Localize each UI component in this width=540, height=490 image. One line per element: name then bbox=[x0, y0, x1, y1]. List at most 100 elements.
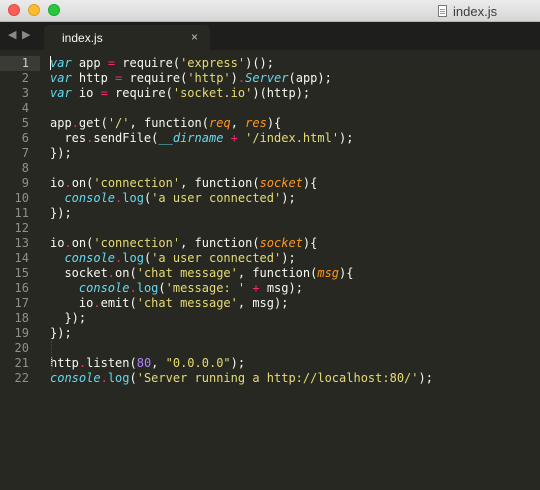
code-line[interactable]: res.sendFile(__dirname + '/index.html'); bbox=[50, 131, 353, 146]
tab-label: index.js bbox=[62, 31, 103, 45]
code-line[interactable]: http.listen(80, "0.0.0.0"); bbox=[50, 356, 245, 371]
tab-index-js[interactable]: index.js × bbox=[44, 25, 210, 50]
code-token-operator: + bbox=[252, 281, 260, 295]
line-number-row[interactable]: 6 bbox=[0, 131, 40, 146]
code-line[interactable]: var io = require('socket.io')(http); bbox=[50, 86, 310, 101]
code-editor[interactable]: 1 2 3 4 5 6 7 8 9 10 11 12 13 14 15 16 17 18 19 20 21 22 var … bbox=[0, 50, 540, 490]
line-number-row[interactable]: 4 bbox=[0, 101, 40, 116]
code-token-parameter: socket bbox=[259, 236, 303, 250]
tab-close-icon[interactable]: × bbox=[191, 30, 198, 44]
code-token-string-literal: "0.0.0.0" bbox=[165, 356, 231, 370]
line-number-row[interactable]: 21 bbox=[0, 356, 40, 371]
line-number: 9 bbox=[21, 176, 29, 190]
line-number-row[interactable]: 12 bbox=[0, 221, 40, 236]
code-token-code-text: ( bbox=[252, 236, 260, 250]
line-number-row[interactable]: 19 bbox=[0, 326, 40, 341]
line-number-row[interactable]: 14 bbox=[0, 251, 40, 266]
code-token-method-name: log bbox=[107, 371, 130, 385]
line-number-row[interactable]: 7 bbox=[0, 146, 40, 161]
code-line[interactable]: console.log('a user connected'); bbox=[50, 251, 296, 266]
line-number-row[interactable]: 1 bbox=[0, 56, 40, 71]
code-token-code-text: ( bbox=[252, 176, 260, 190]
code-token-member-accessor: . bbox=[93, 296, 101, 310]
line-number-row[interactable]: 17 bbox=[0, 296, 40, 311]
code-token-code-text: ); bbox=[418, 371, 433, 385]
title-bar: index.js bbox=[0, 0, 540, 22]
code-token-code-text: io bbox=[71, 86, 101, 100]
line-number-row[interactable]: 3 bbox=[0, 86, 40, 101]
close-window-button[interactable] bbox=[8, 4, 20, 16]
code-token-keyword: var bbox=[50, 56, 72, 70]
code-token-code-text: emit( bbox=[100, 296, 137, 310]
code-line[interactable]: }); bbox=[50, 326, 72, 341]
code-token-function-keyword: function bbox=[252, 266, 311, 280]
code-token-builtin: __dirname bbox=[158, 131, 224, 145]
code-token-code-text: , bbox=[151, 356, 166, 370]
line-number-row[interactable]: 5 bbox=[0, 116, 40, 131]
line-number-row[interactable]: 8 bbox=[0, 161, 40, 176]
code-token-code-text: ( bbox=[158, 281, 166, 295]
code-line[interactable]: }); bbox=[50, 206, 72, 221]
code-token-code-text: on( bbox=[115, 266, 137, 280]
line-number-row[interactable]: 15 bbox=[0, 266, 40, 281]
code-line[interactable]: }); bbox=[50, 146, 72, 161]
line-number-row[interactable]: 9 bbox=[0, 176, 40, 191]
code-token-string-literal: 'connection' bbox=[93, 176, 181, 190]
code-token-number-literal: 80 bbox=[136, 356, 152, 370]
tab-scroll-right-icon[interactable]: ▶ bbox=[22, 28, 30, 41]
code-token-member-accessor: . bbox=[129, 281, 137, 295]
code-line[interactable]: console.log('message: ' + msg); bbox=[50, 281, 303, 296]
code-token-string-literal: 'chat message' bbox=[136, 296, 238, 310]
line-number-row[interactable]: 20 bbox=[0, 341, 40, 356]
tab-bar: ◀ ▶ index.js × bbox=[0, 22, 540, 50]
code-line[interactable]: io.emit('chat message', msg); bbox=[50, 296, 289, 311]
line-number-row[interactable]: 11 bbox=[0, 206, 40, 221]
code-token-function-keyword: function bbox=[194, 176, 253, 190]
code-line[interactable]: io.on('connection', function(socket){ bbox=[50, 236, 317, 251]
line-number-row[interactable]: 13 bbox=[0, 236, 40, 251]
zoom-window-button[interactable] bbox=[48, 4, 60, 16]
code-token-code-text: , bbox=[129, 116, 144, 130]
line-number-row[interactable]: 2 bbox=[0, 71, 40, 86]
code-token-string-literal: '/' bbox=[107, 116, 130, 130]
code-token-code-text: ){ bbox=[339, 266, 354, 280]
code-token-builtin: Server bbox=[245, 71, 289, 85]
code-token-string-literal: 'socket.io' bbox=[172, 86, 253, 100]
code-token-operator: + bbox=[230, 131, 238, 145]
code-token-code-text: , bbox=[180, 176, 195, 190]
code-token-code-text: ); bbox=[281, 251, 296, 265]
code-token-parameter: res bbox=[245, 116, 267, 130]
code-token-builtin: console bbox=[64, 251, 116, 265]
line-number: 21 bbox=[14, 356, 29, 370]
code-line[interactable]: socket.on('chat message', function(msg){ bbox=[50, 266, 354, 281]
code-token-code-text: require( bbox=[115, 56, 181, 70]
line-number-row[interactable]: 18 bbox=[0, 311, 40, 326]
code-line[interactable]: var http = require('http').Server(app); bbox=[50, 71, 332, 86]
code-token-member-accessor: . bbox=[71, 116, 79, 130]
code-line[interactable]: }); bbox=[50, 311, 86, 326]
code-line[interactable]: console.log('Server running a http://loc… bbox=[50, 371, 433, 386]
code-token-code-text: }); bbox=[50, 326, 72, 340]
line-number: 3 bbox=[21, 86, 29, 100]
line-number: 4 bbox=[21, 101, 29, 115]
line-number: 18 bbox=[14, 311, 29, 325]
code-token-code-text: socket bbox=[50, 266, 108, 280]
line-number-row[interactable]: 22 bbox=[0, 371, 40, 386]
line-number: 10 bbox=[14, 191, 29, 205]
text-caret bbox=[50, 56, 51, 70]
line-number-row[interactable]: 10 bbox=[0, 191, 40, 206]
minimize-window-button[interactable] bbox=[28, 4, 40, 16]
code-line[interactable]: var app = require('express')(); bbox=[50, 56, 274, 71]
code-token-string-literal: 'message: ' bbox=[165, 281, 246, 295]
line-number: 20 bbox=[14, 341, 29, 355]
code-token-code-text: on( bbox=[71, 236, 94, 250]
tab-scroll-left-icon[interactable]: ◀ bbox=[8, 28, 16, 41]
line-number-row[interactable]: 16 bbox=[0, 281, 40, 296]
code-token-code-text: }); bbox=[50, 206, 72, 220]
code-token-code-text: require( bbox=[107, 86, 173, 100]
code-line[interactable]: io.on('connection', function(socket){ bbox=[50, 176, 317, 191]
code-token-code-text: ) bbox=[230, 71, 238, 85]
code-line[interactable]: console.log('a user connected'); bbox=[50, 191, 295, 206]
code-token-code-text bbox=[50, 251, 64, 265]
code-line[interactable]: app.get('/', function(req, res){ bbox=[50, 116, 281, 131]
